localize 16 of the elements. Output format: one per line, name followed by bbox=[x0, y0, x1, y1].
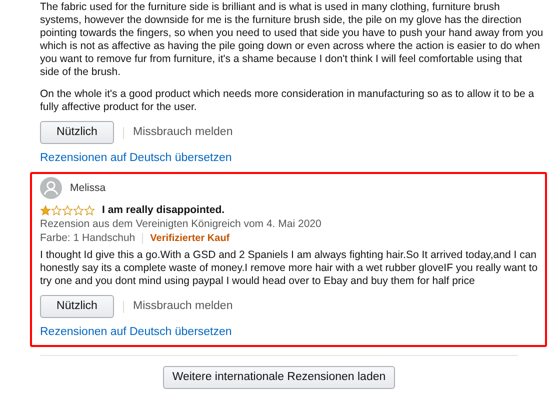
review-date: Rezension aus dem Vereinigten Königreich vom 4. Mai 2020 bbox=[40, 218, 322, 231]
translate-link[interactable]: Rezensionen auf Deutsch übersetzen bbox=[40, 152, 232, 165]
load-more-button[interactable]: Weitere internationale Rezensionen laden bbox=[163, 366, 395, 389]
review-title: I am really disappointed. bbox=[102, 204, 225, 217]
review-paragraph: The fabric used for the furniture side is brilliant and is what is used in many clothing, furniture brush systems, however the downside for me is the furniture brush side, the pile on my glove has the direction pointing towards the fingers, so when you need to used that side you have to push your hand away from you which is not as affective as having the pile going down or even across where the action is easier to do when you want to remove fur from furniture, it's a shame because I don't think I will feel comfortable using that side of the brush. bbox=[40, 1, 544, 79]
author-name: Melissa bbox=[70, 182, 106, 194]
translate-link[interactable]: Rezensionen auf Deutsch übersetzen bbox=[40, 326, 232, 339]
avatar-icon bbox=[40, 177, 62, 199]
review-paragraph: On the whole it's a good product which needs more consideration in manufacturing so as to allow it to be a fully affective product for the user. bbox=[40, 88, 536, 114]
review-body: I thought Id give this a go.With a GSD and 2 Spaniels I am always fighting hair.So It arrived today,and I can honestly say its a complete waste of money.I remove more hair with a wet rubber gloveIF you really want to try one and you dont mind using paypal I would head over to Ebay and buy them for half price bbox=[40, 249, 539, 288]
variant-label: Farbe: 1 Handschuh bbox=[40, 232, 136, 245]
helpful-button[interactable]: Nützlich bbox=[40, 121, 114, 144]
helpful-button[interactable]: Nützlich bbox=[40, 295, 114, 318]
verified-purchase-label: Verifizierter Kauf bbox=[150, 232, 230, 245]
report-link[interactable]: Missbrauch melden bbox=[133, 300, 233, 313]
report-link[interactable]: Missbrauch melden bbox=[133, 126, 233, 139]
